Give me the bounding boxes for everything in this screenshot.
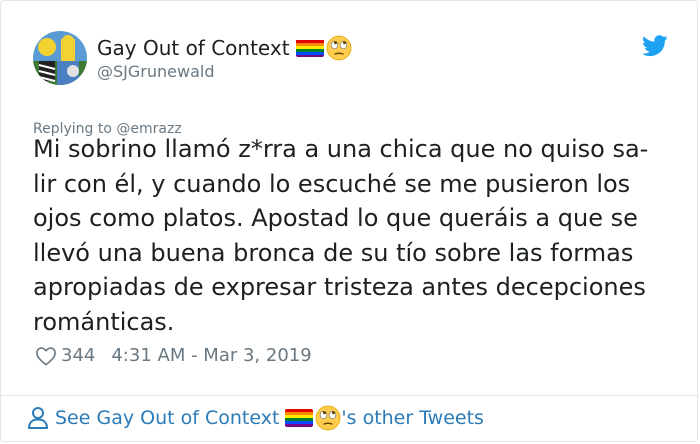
rolling-eyes-emoji-icon [315,405,341,431]
person-icon [28,407,48,429]
avatar[interactable] [33,31,87,85]
tweet-timestamp[interactable]: 4:31 AM - Mar 3, 2019 [111,345,311,366]
see-other-tweets-link[interactable]: See Gay Out of Context 's other Tweets [27,405,484,431]
author-handle[interactable]: @SJGrunewald [97,62,214,81]
footer-link-suffix: 's other Tweets [341,407,484,429]
footer-link-prefix: See Gay Out of Context [55,407,280,429]
author-display-name[interactable]: Gay Out of Context [97,35,352,61]
twitter-bird-icon[interactable] [642,35,668,57]
heart-icon[interactable] [35,346,57,366]
divider [1,395,699,396]
rolling-eyes-emoji-icon [326,35,352,61]
like-count[interactable]: 344 [61,345,95,366]
author-name-text: Gay Out of Context [97,36,290,60]
rainbow-flag-icon [295,39,324,57]
tweet-meta: 344 4:31 AM - Mar 3, 2019 [35,345,312,366]
tweet-body-text: Mi sobrino llamó z*rra a una chica que n… [33,135,649,336]
tweet-card: Gay Out of Context @SJGrunewald Replying… [0,0,699,442]
rainbow-flag-icon [285,409,314,427]
